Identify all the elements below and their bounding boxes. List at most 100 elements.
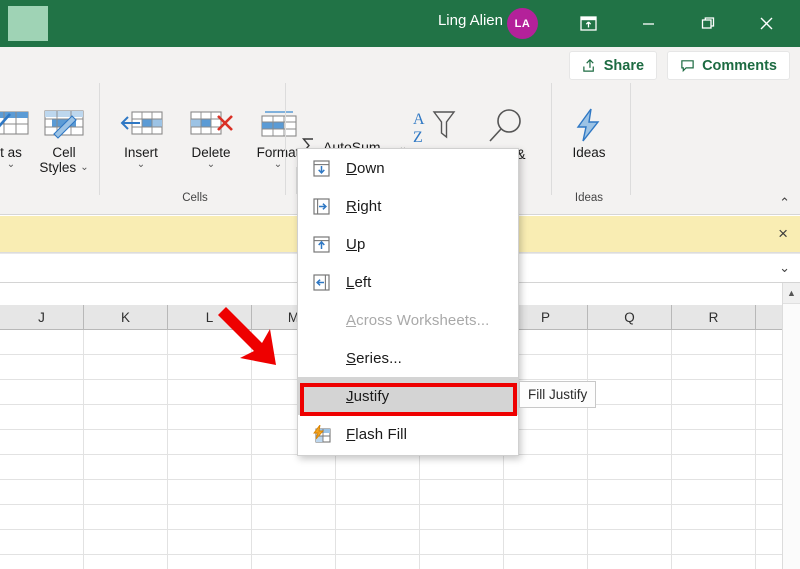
menu-item-right[interactable]: Right <box>298 187 518 225</box>
grid-cell[interactable] <box>336 455 420 479</box>
grid-cell[interactable] <box>504 480 588 504</box>
grid-cell[interactable] <box>84 405 168 429</box>
grid-cell[interactable] <box>84 330 168 354</box>
grid-cell[interactable] <box>588 555 672 569</box>
insert-cells-chevron-icon[interactable]: ⌄ <box>110 160 172 170</box>
grid-cell[interactable] <box>0 430 84 454</box>
grid-cell[interactable] <box>420 555 504 569</box>
grid-cell[interactable] <box>420 480 504 504</box>
grid-cell[interactable] <box>672 505 756 529</box>
grid-cell[interactable] <box>588 405 672 429</box>
grid-cell[interactable] <box>168 505 252 529</box>
grid-cell[interactable] <box>672 555 756 569</box>
grid-cell[interactable] <box>0 330 84 354</box>
insert-cells-button[interactable]: Insert ⌄ <box>110 105 172 170</box>
grid-cell[interactable] <box>588 480 672 504</box>
share-button[interactable]: Share <box>568 51 658 80</box>
grid-cell[interactable] <box>168 555 252 569</box>
grid-cell[interactable] <box>420 455 504 479</box>
grid-cell[interactable] <box>84 530 168 554</box>
menu-item-justify[interactable]: Justify <box>298 377 518 415</box>
grid-cell[interactable] <box>588 430 672 454</box>
grid-cell[interactable] <box>0 355 84 379</box>
grid-cell[interactable] <box>84 505 168 529</box>
grid-cell[interactable] <box>672 430 756 454</box>
menu-item-series[interactable]: Series... <box>298 339 518 377</box>
grid-cell[interactable] <box>168 530 252 554</box>
cell-styles-button[interactable]: Cell Styles ⌄ <box>33 105 95 175</box>
grid-cell[interactable] <box>168 480 252 504</box>
message-bar-close-button[interactable]: × <box>778 224 788 244</box>
avatar[interactable]: LA <box>507 8 538 39</box>
delete-cells-button[interactable]: Delete ⌄ <box>180 105 242 170</box>
grid-cell[interactable] <box>672 530 756 554</box>
minimize-button[interactable] <box>626 8 670 39</box>
grid-cell[interactable] <box>0 505 84 529</box>
grid-cell[interactable] <box>420 505 504 529</box>
grid-cell[interactable] <box>588 530 672 554</box>
grid-cell[interactable] <box>0 455 84 479</box>
grid-cell[interactable] <box>336 505 420 529</box>
grid-cell[interactable] <box>420 530 504 554</box>
grid-cell[interactable] <box>84 430 168 454</box>
grid-cell[interactable] <box>504 505 588 529</box>
column-header-J[interactable]: J <box>0 305 84 329</box>
grid-cell[interactable] <box>588 455 672 479</box>
grid-cell[interactable] <box>168 430 252 454</box>
scroll-up-button[interactable]: ▲ <box>783 283 800 304</box>
grid-cell[interactable] <box>252 455 336 479</box>
grid-cell[interactable] <box>336 530 420 554</box>
vertical-scrollbar[interactable]: ▲ <box>782 283 800 569</box>
delete-cells-chevron-icon[interactable]: ⌄ <box>180 160 242 170</box>
grid-cell[interactable] <box>672 455 756 479</box>
grid-cell[interactable] <box>0 480 84 504</box>
grid-cell[interactable] <box>504 530 588 554</box>
grid-row[interactable] <box>0 455 782 480</box>
grid-cell[interactable] <box>588 380 672 404</box>
grid-cell[interactable] <box>588 330 672 354</box>
column-header-R[interactable]: R <box>672 305 756 329</box>
grid-cell[interactable] <box>84 555 168 569</box>
grid-cell[interactable] <box>672 405 756 429</box>
grid-cell[interactable] <box>588 355 672 379</box>
grid-cell[interactable] <box>588 505 672 529</box>
grid-row[interactable] <box>0 530 782 555</box>
grid-cell[interactable] <box>672 330 756 354</box>
grid-cell[interactable] <box>0 530 84 554</box>
menu-item-up[interactable]: Up <box>298 225 518 263</box>
grid-cell[interactable] <box>672 380 756 404</box>
collapse-ribbon-button[interactable]: ⌃ <box>779 195 790 211</box>
grid-cell[interactable] <box>504 555 588 569</box>
ribbon-display-options-button[interactable] <box>566 8 610 39</box>
grid-cell[interactable] <box>672 355 756 379</box>
restore-button[interactable] <box>686 8 730 39</box>
grid-row[interactable] <box>0 555 782 569</box>
ideas-button[interactable]: Ideas <box>558 105 620 160</box>
grid-cell[interactable] <box>84 480 168 504</box>
formula-bar-expand-icon[interactable]: ⌄ <box>779 260 790 276</box>
grid-row[interactable] <box>0 505 782 530</box>
grid-cell[interactable] <box>252 530 336 554</box>
grid-cell[interactable] <box>672 480 756 504</box>
comments-button[interactable]: Comments <box>667 51 790 80</box>
grid-cell[interactable] <box>84 380 168 404</box>
grid-cell[interactable] <box>252 555 336 569</box>
quick-access-toolbar[interactable] <box>8 6 48 41</box>
column-header-K[interactable]: K <box>84 305 168 329</box>
grid-cell[interactable] <box>168 405 252 429</box>
grid-cell[interactable] <box>336 480 420 504</box>
grid-row[interactable] <box>0 480 782 505</box>
grid-cell[interactable] <box>84 455 168 479</box>
grid-cell[interactable] <box>168 455 252 479</box>
cell-styles-chevron-icon[interactable]: ⌄ <box>80 162 88 173</box>
menu-item-down[interactable]: Down <box>298 149 518 187</box>
grid-cell[interactable] <box>84 355 168 379</box>
column-header-Q[interactable]: Q <box>588 305 672 329</box>
menu-item-left[interactable]: Left <box>298 263 518 301</box>
grid-cell[interactable] <box>336 555 420 569</box>
grid-cell[interactable] <box>504 455 588 479</box>
grid-cell[interactable] <box>0 555 84 569</box>
grid-cell[interactable] <box>252 480 336 504</box>
grid-cell[interactable] <box>0 405 84 429</box>
grid-cell[interactable] <box>0 380 84 404</box>
